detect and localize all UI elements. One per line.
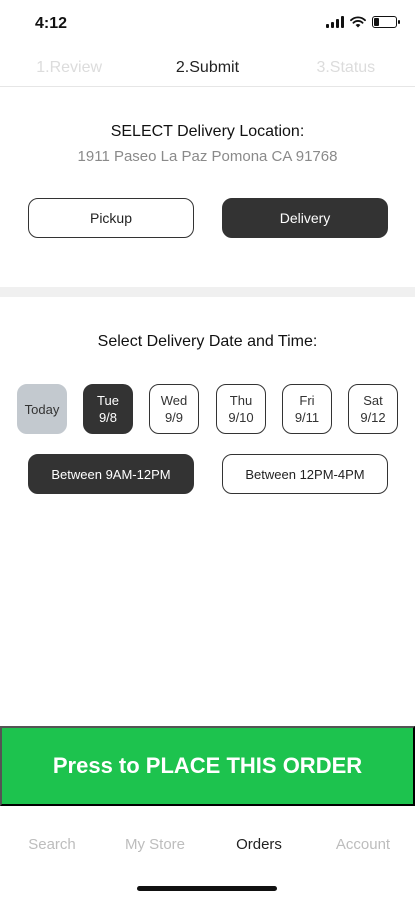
status-icons (326, 16, 400, 28)
day-button-fri[interactable]: Fri 9/11 (282, 384, 332, 434)
home-indicator (137, 886, 277, 891)
step-review[interactable]: 1.Review (9, 59, 129, 77)
day-button-sat[interactable]: Sat 9/12 (348, 384, 398, 434)
day-button-tue[interactable]: Tue 9/8 (83, 384, 133, 434)
day-name: Tue (97, 393, 119, 408)
day-name: Wed (160, 393, 188, 408)
wifi-icon (350, 16, 366, 28)
delivery-date-time-title: Select Delivery Date and Time: (97, 333, 318, 350)
time-slot-12pm-4pm-button[interactable]: Between 12PM-4PM (222, 454, 388, 494)
bottom-tab-bar: Search My Store Orders Account (0, 806, 415, 886)
day-date: 9/9 (164, 410, 184, 425)
day-date: 9/11 (294, 410, 320, 425)
day-button-today[interactable]: Today (17, 384, 67, 434)
day-button-wed[interactable]: Wed 9/9 (149, 384, 199, 434)
pickup-button[interactable]: Pickup (28, 198, 194, 238)
status-time: 4:12 (35, 15, 68, 32)
tab-search[interactable]: Search (2, 836, 102, 853)
day-date: 9/8 (98, 410, 118, 425)
day-date: 9/10 (228, 410, 254, 425)
tab-orders[interactable]: Orders (209, 836, 309, 853)
tab-account[interactable]: Account (313, 836, 413, 853)
day-name: Thu (229, 393, 253, 408)
section-separator (0, 287, 415, 297)
status-bar: 4:12 (0, 0, 415, 44)
tab-my-store[interactable]: My Store (105, 836, 205, 853)
step-status[interactable]: 3.Status (286, 59, 406, 77)
day-date: 9/12 (360, 410, 386, 425)
delivery-location-title: SELECT Delivery Location: (110, 123, 305, 140)
cellular-signal-icon (326, 16, 344, 28)
day-button-thu[interactable]: Thu 9/10 (216, 384, 266, 434)
battery-icon (372, 16, 400, 28)
place-order-button[interactable]: Press to PLACE THIS ORDER (0, 726, 415, 806)
divider (0, 86, 415, 87)
delivery-button[interactable]: Delivery (222, 198, 388, 238)
day-name: Fri (299, 393, 315, 408)
checkout-steps: 1.Review 2.Submit 3.Status (0, 50, 415, 86)
step-submit[interactable]: 2.Submit (147, 59, 267, 77)
delivery-address: 1911 Paseo La Paz Pomona CA 91768 (77, 148, 338, 165)
time-slot-9am-12pm-button[interactable]: Between 9AM-12PM (28, 454, 194, 494)
day-name: Sat (363, 393, 383, 408)
day-name: Today (24, 401, 60, 417)
